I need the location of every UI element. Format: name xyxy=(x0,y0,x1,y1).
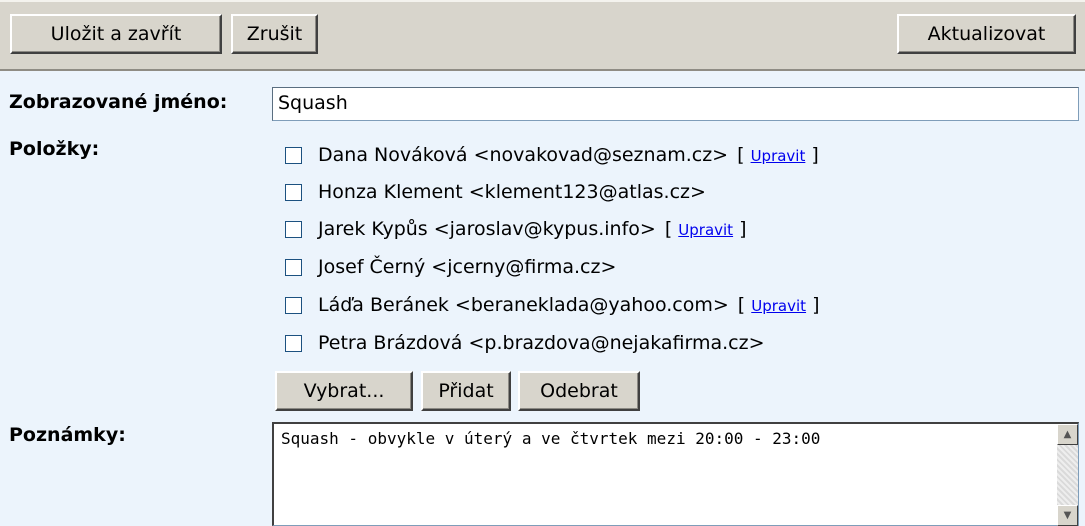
notes-scrollbar[interactable]: ▲ ▼ xyxy=(1057,424,1078,526)
member-checkbox[interactable] xyxy=(285,296,302,314)
member-text: Josef Černý <jcerny@firma.cz> xyxy=(318,256,617,278)
list-item: Jarek Kypůs <jaroslav@kypus.info> [ Upra… xyxy=(285,214,747,244)
notes-textarea[interactable]: Squash - obvykle v úterý a ve čtvrtek me… xyxy=(272,422,1079,526)
select-members-button[interactable]: Vybrat... xyxy=(275,371,413,411)
items-label: Položky: xyxy=(9,138,100,160)
member-checkbox[interactable] xyxy=(285,334,302,352)
member-text: Honza Klement <klement123@atlas.cz> xyxy=(318,181,706,203)
list-item: Petra Brázdová <p.brazdova@nejakafirma.c… xyxy=(285,328,765,358)
member-text: Petra Brázdová <p.brazdova@nejakafirma.c… xyxy=(318,332,765,354)
update-button[interactable]: Aktualizovat xyxy=(897,14,1076,54)
edit-link[interactable]: Upravit xyxy=(751,297,806,315)
display-name-input[interactable]: Squash xyxy=(272,87,1079,121)
remove-member-button[interactable]: Odebrat xyxy=(518,371,640,411)
edit-bracket: [ Upravit ] xyxy=(737,294,820,316)
display-name-label: Zobrazované jméno: xyxy=(9,91,228,113)
member-text: Láďa Beránek <beraneklada@yahoo.com> xyxy=(318,294,729,316)
cancel-button[interactable]: Zrušit xyxy=(231,14,318,54)
edit-bracket: [ Upravit ] xyxy=(664,218,747,240)
member-checkbox[interactable] xyxy=(285,183,302,201)
list-item: Honza Klement <klement123@atlas.cz> xyxy=(285,177,706,207)
member-text: Dana Nováková <novakovad@seznam.cz> xyxy=(318,144,729,166)
member-text: Jarek Kypůs <jaroslav@kypus.info> xyxy=(318,218,656,240)
member-checkbox[interactable] xyxy=(285,220,302,238)
member-checkbox[interactable] xyxy=(285,258,302,276)
scroll-down-icon[interactable]: ▼ xyxy=(1057,505,1078,526)
edit-link[interactable]: Upravit xyxy=(678,221,733,239)
edit-bracket: [ Upravit ] xyxy=(737,144,819,166)
save-and-close-button[interactable]: Uložit a zavřít xyxy=(10,14,222,54)
list-item: Josef Černý <jcerny@firma.cz> xyxy=(285,252,616,282)
list-item: Dana Nováková <novakovad@seznam.cz> [ Up… xyxy=(285,140,819,170)
member-checkbox[interactable] xyxy=(285,146,302,164)
list-item: Láďa Beránek <beraneklada@yahoo.com> [ U… xyxy=(285,290,820,320)
scroll-up-icon[interactable]: ▲ xyxy=(1057,424,1078,445)
add-member-button[interactable]: Přidat xyxy=(421,371,511,411)
notes-label: Poznámky: xyxy=(9,424,126,446)
edit-link[interactable]: Upravit xyxy=(751,147,806,165)
notes-text: Squash - obvykle v úterý a ve čtvrtek me… xyxy=(281,429,821,448)
toolbar: Uložit a zavřít Zrušit Aktualizovat xyxy=(0,0,1085,71)
